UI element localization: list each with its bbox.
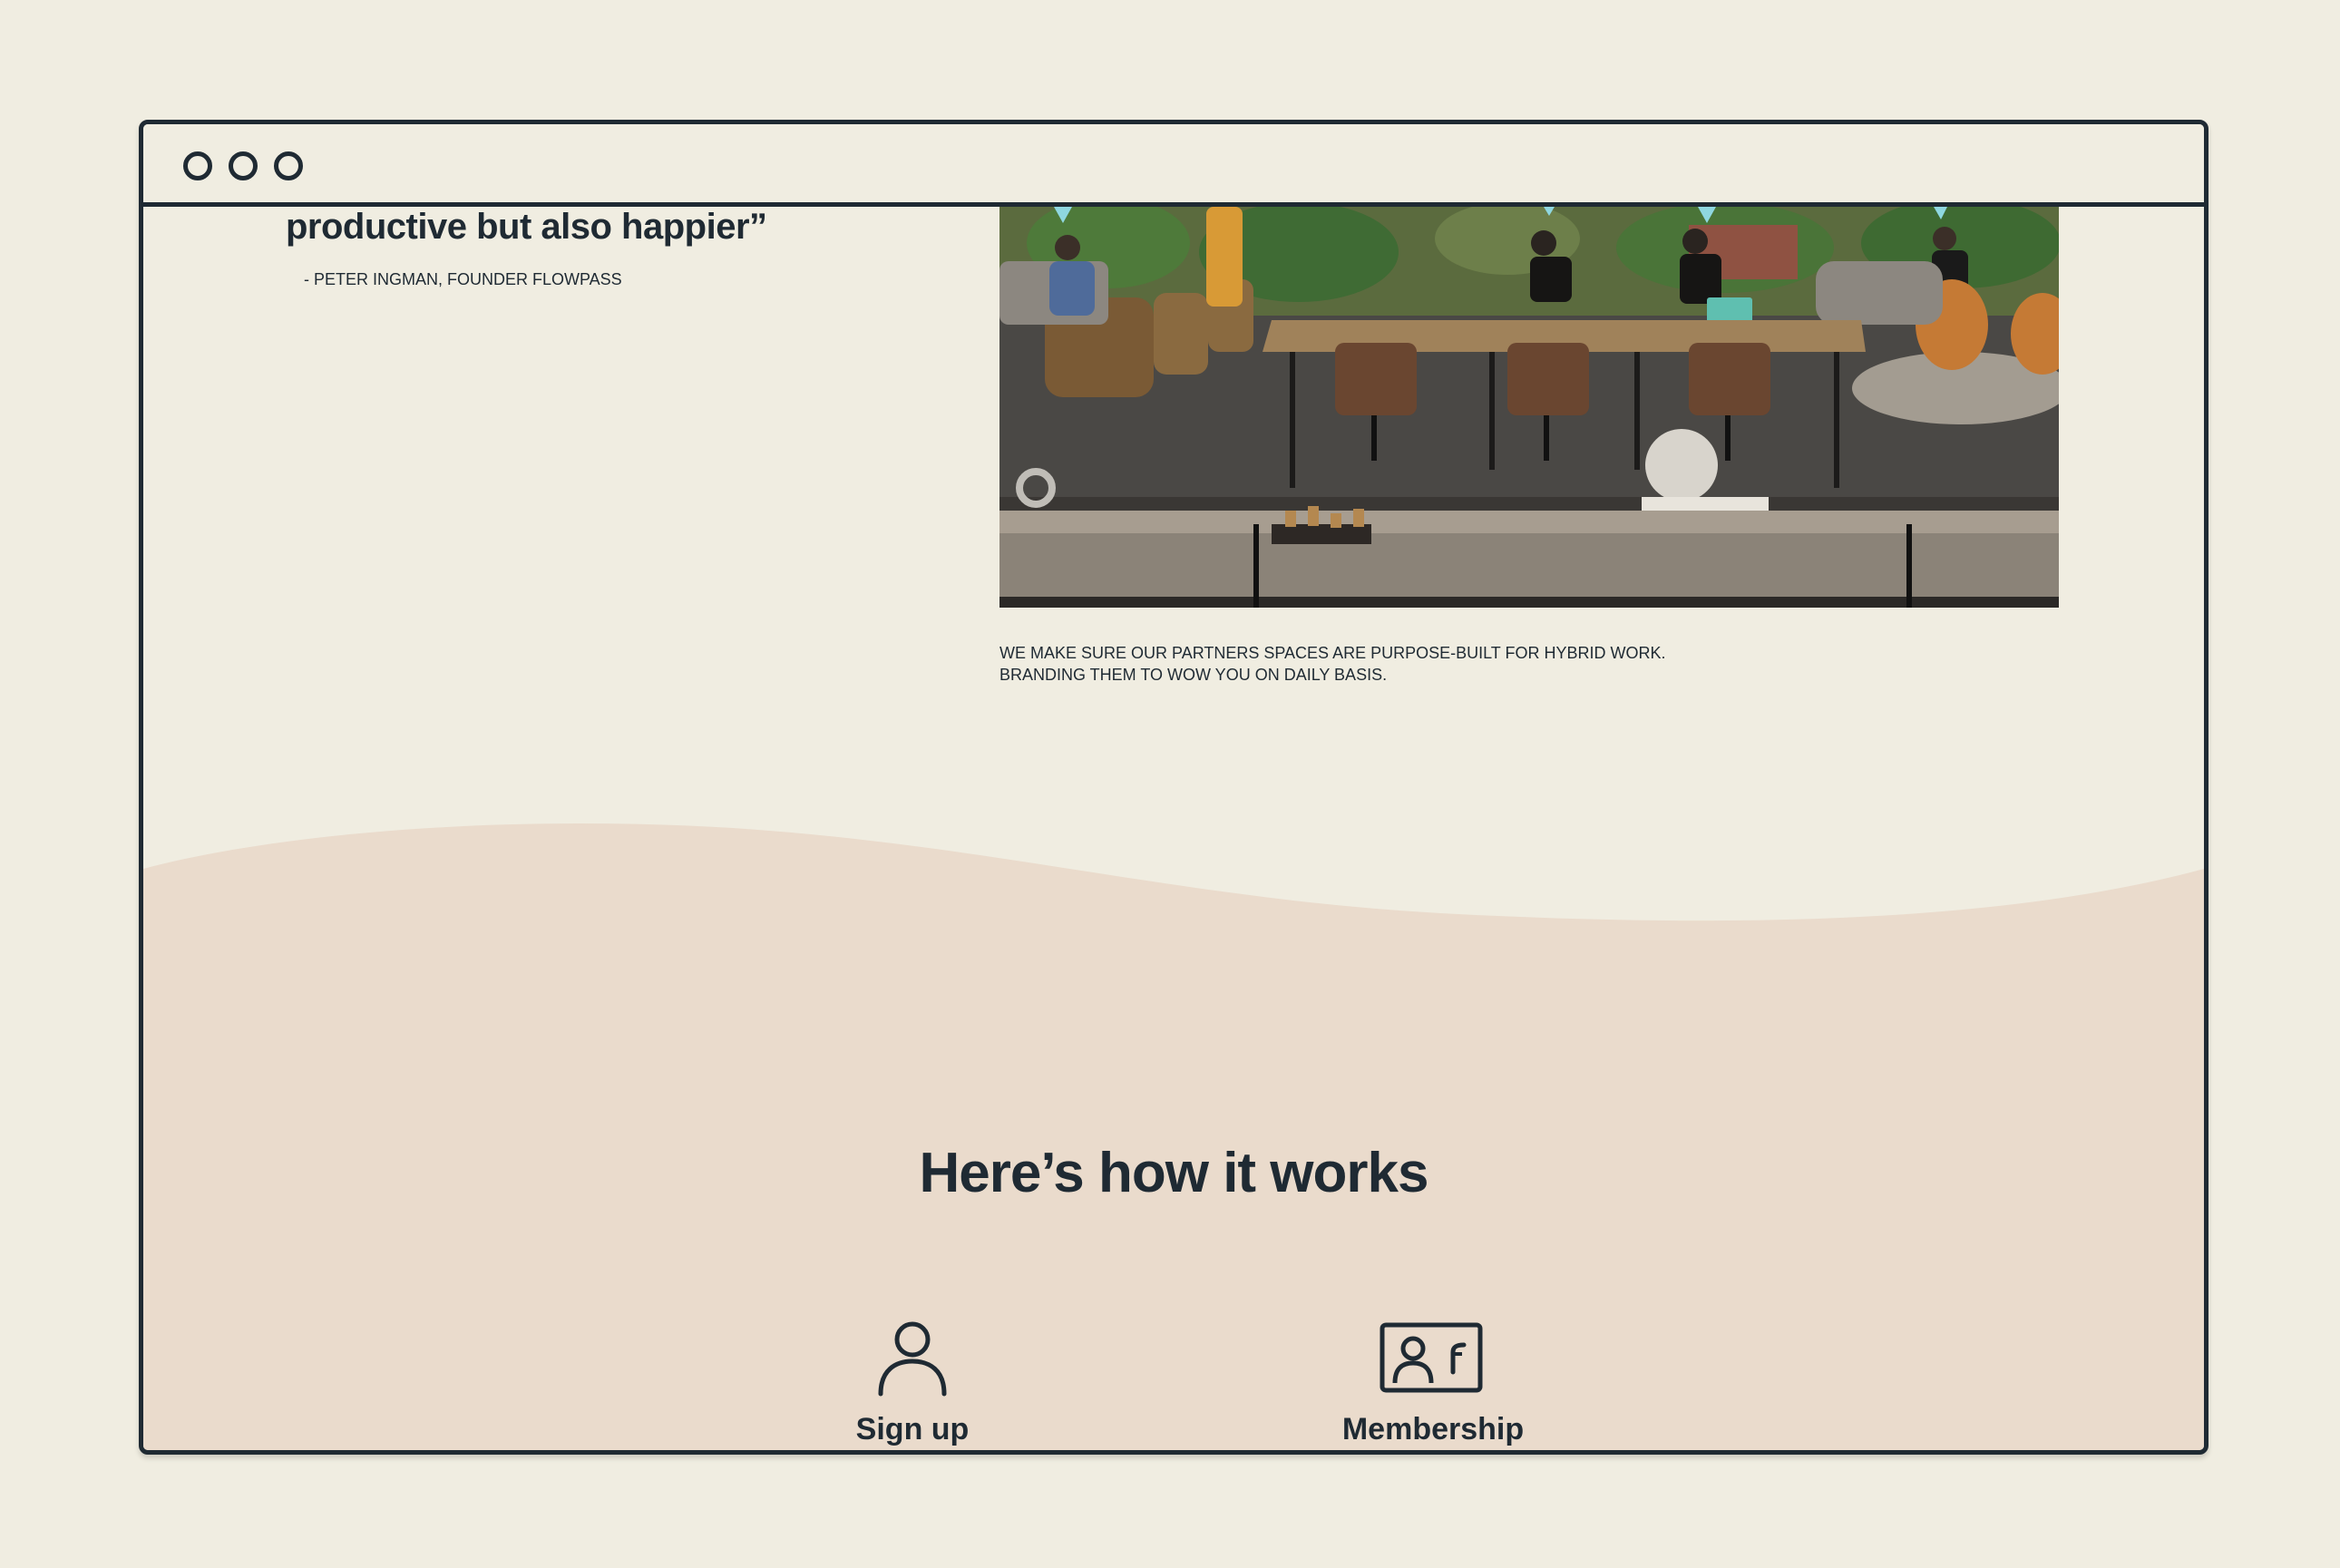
step-sign-up[interactable]: Sign up <box>804 1318 1021 1447</box>
caption-line-2: BRANDING THEM TO WOW YOU ON DAILY BASIS. <box>999 666 1388 684</box>
testimonial-author: - PETER INGMAN, FOUNDER FLOWPASS <box>304 270 622 288</box>
step-membership-label: Membership <box>1341 1412 1525 1446</box>
photo-caption: WE MAKE SURE OUR PARTNERS SPACES ARE PUR… <box>999 642 1665 686</box>
section-wave-background <box>143 823 2204 1450</box>
step-sign-up-label: Sign up <box>855 1412 970 1446</box>
photo-illustration <box>999 207 2059 608</box>
browser-window: productive but also happier” - PETER ING… <box>139 120 2208 1455</box>
id-card-icon <box>1380 1322 1483 1393</box>
window-minimize-dot-icon[interactable] <box>229 151 258 180</box>
window-maximize-dot-icon[interactable] <box>274 151 303 180</box>
caption-line-1: WE MAKE SURE OUR PARTNERS SPACES ARE PUR… <box>999 644 1666 662</box>
how-it-works-title: Here’s how it works <box>919 1142 1429 1204</box>
window-close-dot-icon[interactable] <box>183 151 212 180</box>
testimonial-quote: productive but also happier” <box>286 207 767 247</box>
user-icon <box>878 1321 947 1397</box>
coworking-space-photo <box>999 207 2059 608</box>
page-content: productive but also happier” - PETER ING… <box>143 207 2204 1450</box>
window-titlebar <box>143 124 2204 207</box>
step-membership[interactable]: Membership <box>1324 1318 1542 1447</box>
